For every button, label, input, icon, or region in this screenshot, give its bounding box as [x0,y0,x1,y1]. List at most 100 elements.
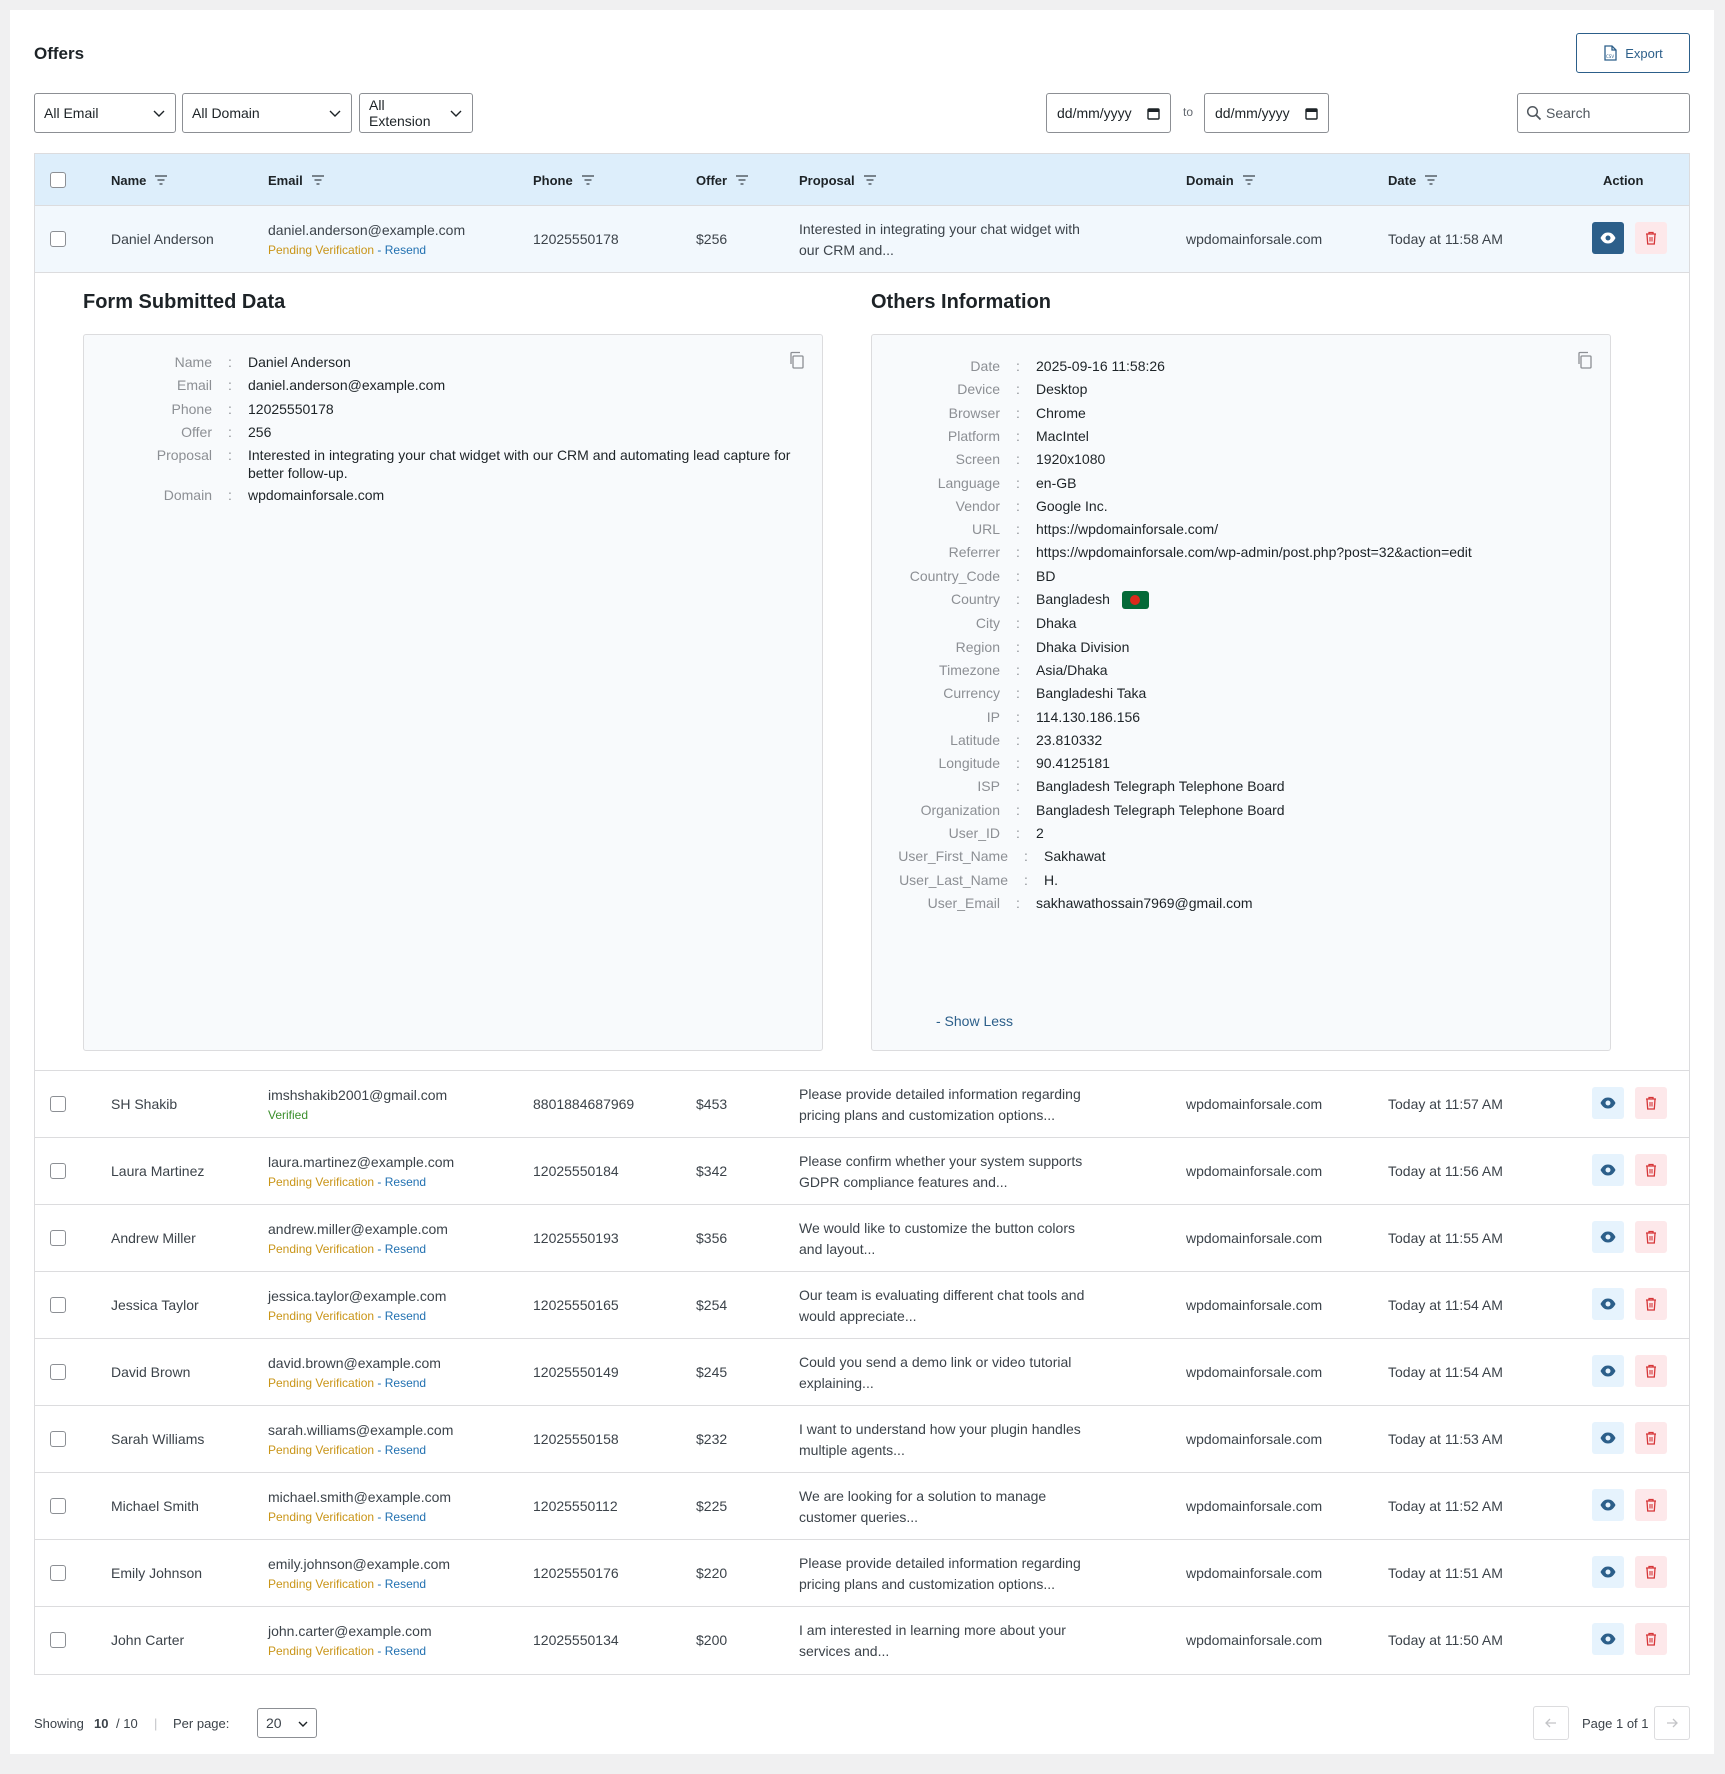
delete-button[interactable] [1635,222,1667,254]
row-email-cell: daniel.anderson@example.com Pending Veri… [268,220,465,260]
prev-page-button[interactable] [1533,1706,1569,1740]
row-email-cell: david.brown@example.com Pending Verificat… [268,1353,441,1393]
domain-filter-select[interactable]: All Domain [182,93,352,133]
table-row[interactable]: Sarah Williams sarah.williams@example.com… [35,1406,1689,1473]
row-checkbox[interactable] [50,1297,66,1313]
show-less-link[interactable]: - Show Less [936,1013,1013,1029]
table-row[interactable]: Michael Smith michael.smith@example.com Pe… [35,1473,1689,1540]
resend-link[interactable]: - Resend [374,1175,426,1189]
proposal-line: I want to understand how your plugin han… [799,1421,1081,1437]
resend-link[interactable]: - Resend [374,1443,426,1457]
view-button[interactable] [1592,1288,1624,1320]
row-checkbox[interactable] [50,1565,66,1581]
row-checkbox[interactable] [50,1632,66,1648]
row-checkbox[interactable] [50,1096,66,1112]
trash-icon [1646,1230,1656,1244]
resend-link[interactable]: - Resend [374,1577,426,1591]
resend-link[interactable]: - Resend [374,1309,426,1323]
delete-button[interactable] [1635,1556,1667,1588]
date-to-input[interactable]: dd/mm/yyyy [1204,93,1329,133]
delete-button[interactable] [1635,1288,1667,1320]
info-row: User_Last_Name: H. [884,871,1058,889]
table-row[interactable]: Jessica Taylor jessica.taylor@example.com… [35,1272,1689,1339]
info-value: 2025-09-16 11:58:26 [1036,358,1165,374]
view-button[interactable] [1592,222,1624,254]
delete-button[interactable] [1635,1221,1667,1253]
info-colon: : [1016,358,1020,374]
row-name: Emily Johnson [111,1565,203,1581]
next-page-button[interactable] [1654,1706,1690,1740]
column-header-phone[interactable]: Phone [533,154,594,206]
resend-link[interactable]: - Resend [374,1644,426,1658]
info-row: Referrer: https://wpdomainforsale.com/wp-… [884,543,1472,561]
delete-button[interactable] [1635,1087,1667,1119]
date-from-input[interactable]: dd/mm/yyyy [1046,93,1171,133]
row-name: SH Shakib [111,1096,178,1112]
view-button[interactable] [1592,1556,1624,1588]
copy-icon[interactable] [1576,351,1594,369]
table-footer: Showing 10 / 10 | Per page: 20 Page 1 of… [34,1706,1690,1740]
view-button[interactable] [1592,1489,1624,1521]
row-checkbox[interactable] [50,1431,66,1447]
row-checkbox[interactable] [50,231,66,247]
form-data-title: Form Submitted Data [83,291,286,313]
verification-status: Pending Verification [268,1510,375,1524]
date-from-value: dd/mm/yyyy [1057,105,1132,121]
row-email-cell: jessica.taylor@example.com Pending Verifi… [268,1286,446,1326]
delete-button[interactable] [1635,1355,1667,1387]
extension-filter-select[interactable]: All Extension [359,93,473,133]
row-email-cell: emily.johnson@example.com Pending Verific… [268,1554,450,1594]
info-value: Google Inc. [1036,497,1108,514]
table-row[interactable]: Laura Martinez laura.martinez@example.com… [35,1138,1689,1205]
row-proposal: I am interested in learning more about y… [799,1620,1109,1662]
column-header-date[interactable]: Date [1388,154,1438,206]
per-page-select[interactable]: 20 [257,1708,317,1738]
search-input[interactable] [1546,105,1686,121]
info-colon: : [1016,404,1020,421]
row-date: Today at 11:58 AM [1388,231,1503,247]
table-row[interactable]: Andrew Miller andrew.miller@example.com Pe… [35,1205,1689,1272]
resend-link[interactable]: - Resend [374,1376,426,1390]
view-button[interactable] [1592,1154,1624,1186]
delete-button[interactable] [1635,1422,1667,1454]
column-header-domain[interactable]: Domain [1186,154,1255,206]
column-header-email[interactable]: Email [268,154,324,206]
delete-button[interactable] [1635,1154,1667,1186]
info-key: Email [176,377,212,394]
info-row: Country_Code: BD [884,567,1056,585]
column-header-offer[interactable]: Offer [696,154,749,206]
search-box[interactable] [1517,93,1690,133]
info-colon: : [1016,638,1020,655]
row-phone: 12025550158 [533,1431,619,1447]
column-header-name[interactable]: Name [111,154,168,206]
table-row[interactable]: John Carter john.carter@example.com Pendin… [35,1607,1689,1674]
resend-link[interactable]: - Resend [374,1510,426,1524]
table-row[interactable]: SH Shakib imshshakib2001@gmail.com Verifie… [35,1071,1689,1138]
view-button[interactable] [1592,1355,1624,1387]
email-filter-select[interactable]: All Email [34,93,176,133]
row-checkbox[interactable] [50,1364,66,1380]
table-row[interactable]: Daniel Anderson daniel.anderson@example.… [35,206,1689,273]
row-checkbox[interactable] [50,1230,66,1246]
table-row[interactable]: David Brown david.brown@example.com Pendin… [35,1339,1689,1406]
search-icon [1526,105,1542,121]
row-name: Andrew Miller [111,1230,196,1246]
resend-link[interactable]: - Resend [374,243,426,257]
delete-button[interactable] [1635,1489,1667,1521]
view-button[interactable] [1592,1087,1624,1119]
table-row[interactable]: Emily Johnson emily.johnson@example.com Pe… [35,1540,1689,1607]
select-all-checkbox[interactable] [50,172,66,188]
export-button[interactable]: CSV Export [1576,33,1690,73]
row-checkbox[interactable] [50,1498,66,1514]
info-row: Phone:12025550178 [96,400,334,418]
filters-bar: All Email All Domain All Extension dd/mm… [34,93,1690,133]
delete-button[interactable] [1635,1623,1667,1655]
view-button[interactable] [1592,1422,1624,1454]
resend-link[interactable]: - Resend [374,1242,426,1256]
copy-icon[interactable] [788,351,806,369]
column-header-proposal[interactable]: Proposal [799,154,876,206]
row-checkbox[interactable] [50,1163,66,1179]
info-row: Timezone: Asia/Dhaka [884,661,1108,679]
view-button[interactable] [1592,1623,1624,1655]
view-button[interactable] [1592,1221,1624,1253]
